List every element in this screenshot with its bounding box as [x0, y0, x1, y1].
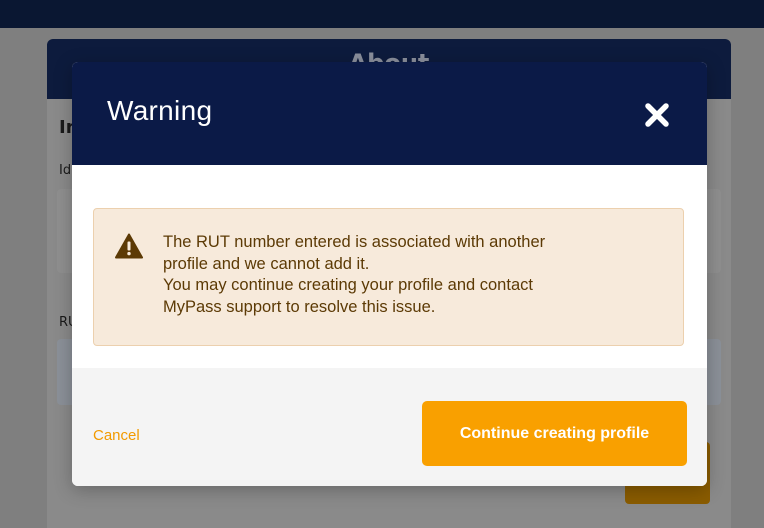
modal-title: Warning	[107, 95, 213, 126]
alert-message-line: You may continue creating your profile a…	[163, 276, 533, 294]
warning-triangle-icon	[115, 233, 143, 259]
warning-alert: The RUT number entered is associated wit…	[93, 208, 684, 346]
continue-creating-profile-button[interactable]: Continue creating profile	[422, 401, 687, 466]
alert-message-line: profile and we cannot add it.	[163, 254, 370, 273]
alert-message: The RUT number entered is associated wit…	[163, 232, 673, 318]
cancel-button[interactable]: Cancel	[93, 427, 140, 444]
close-icon[interactable]	[640, 98, 674, 132]
alert-message-line: The RUT number entered is associated wit…	[163, 233, 546, 251]
app-screen: About In Id RU Warning	[0, 0, 764, 528]
alert-message-line: MyPass support to resolve this issue.	[163, 297, 436, 316]
warning-modal: Warning The RUT number entered is associ…	[72, 62, 707, 486]
modal-body: The RUT number entered is associated wit…	[72, 165, 707, 368]
background-id-label: Id	[59, 163, 72, 178]
top-navigation-bar	[0, 0, 764, 28]
modal-header: Warning	[72, 62, 707, 165]
modal-footer: Cancel Continue creating profile	[72, 368, 707, 486]
